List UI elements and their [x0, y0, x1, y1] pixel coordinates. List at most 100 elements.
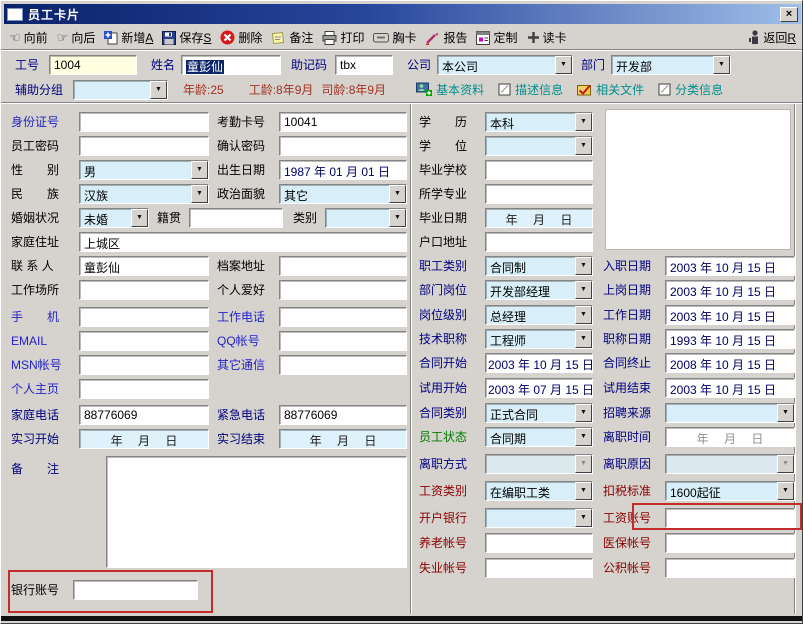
- leave-reason-select[interactable]: ▼: [665, 454, 795, 474]
- work-phone-input[interactable]: [279, 307, 407, 327]
- chevron-down-icon[interactable]: ▼: [575, 509, 592, 527]
- id-card-input[interactable]: [79, 112, 209, 132]
- chevron-down-icon[interactable]: ▼: [575, 330, 592, 348]
- native-place-input[interactable]: [189, 208, 283, 228]
- pension-account-input[interactable]: [485, 533, 593, 553]
- contract-type-select[interactable]: 正式合同▼: [485, 403, 593, 423]
- close-button[interactable]: ×: [780, 7, 798, 22]
- chevron-down-icon[interactable]: ▼: [131, 209, 148, 227]
- recruit-source-select[interactable]: ▼: [665, 403, 795, 423]
- chevron-down-icon[interactable]: ▼: [575, 113, 592, 131]
- prev-button[interactable]: ☜ 向前: [9, 29, 48, 46]
- dept-position-select[interactable]: 开发部经理▼: [485, 280, 593, 300]
- tab-related-files[interactable]: 相关文件: [577, 81, 644, 98]
- chevron-down-icon[interactable]: ▼: [575, 257, 592, 275]
- trial-end-input[interactable]: 2003 年 10 月 15 日: [665, 378, 795, 398]
- degree-select[interactable]: ▼: [485, 136, 593, 156]
- chevron-down-icon[interactable]: ▼: [713, 56, 730, 74]
- confirm-pwd-input[interactable]: [279, 136, 407, 156]
- emp-category-select[interactable]: 合同制▼: [485, 256, 593, 276]
- attend-card-input[interactable]: 10041: [279, 112, 407, 132]
- unemployment-account-input[interactable]: [485, 558, 593, 578]
- home-address-input[interactable]: 上城区: [79, 232, 407, 252]
- save-button[interactable]: 保存S: [162, 29, 211, 46]
- print-button[interactable]: 打印: [322, 29, 364, 46]
- tab-basic-info[interactable]: 基本资料: [416, 81, 484, 98]
- leave-method-select[interactable]: ▼: [485, 454, 593, 474]
- intern-end-input[interactable]: 年 月 日: [279, 429, 407, 449]
- note-button[interactable]: 备注: [271, 29, 313, 46]
- home-phone-input[interactable]: 88776069: [79, 405, 209, 425]
- aux-group-select[interactable]: ▼: [73, 80, 168, 100]
- bank-select[interactable]: ▼: [485, 508, 593, 528]
- intern-start-input[interactable]: 年 月 日: [79, 429, 209, 449]
- trial-start-input[interactable]: 2003 年 07 月 15 日: [485, 378, 593, 398]
- other-comm-input[interactable]: [279, 355, 407, 375]
- medical-account-input[interactable]: [665, 533, 795, 553]
- badge-button[interactable]: 胸卡: [373, 29, 416, 46]
- department-select[interactable]: 开发部▼: [611, 55, 731, 75]
- emp-status-select[interactable]: 合同期▼: [485, 427, 593, 447]
- duty-date-input[interactable]: 2003 年 10 月 15 日: [665, 280, 795, 300]
- gender-select[interactable]: 男▼: [79, 160, 209, 180]
- msn-input[interactable]: [79, 355, 209, 375]
- emp-pwd-input[interactable]: [79, 136, 209, 156]
- position-level-select[interactable]: 总经理▼: [485, 305, 593, 325]
- chevron-down-icon[interactable]: ▼: [575, 428, 592, 446]
- chevron-down-icon[interactable]: ▼: [191, 185, 208, 203]
- read-card-button[interactable]: 读卡: [527, 29, 567, 46]
- contract-end-input[interactable]: 2008 年 10 月 15 日: [665, 353, 795, 373]
- chevron-down-icon[interactable]: ▼: [777, 455, 794, 473]
- next-button[interactable]: ☞ 向后: [57, 29, 96, 46]
- homepage-input[interactable]: [79, 379, 209, 399]
- tech-title-select[interactable]: 工程师▼: [485, 329, 593, 349]
- chevron-down-icon[interactable]: ▼: [191, 161, 208, 179]
- hobby-input[interactable]: [279, 280, 407, 300]
- contact-input[interactable]: 童彭仙: [79, 256, 209, 276]
- fund-account-input[interactable]: [665, 558, 795, 578]
- major-input[interactable]: [485, 184, 593, 204]
- contract-start-input[interactable]: 2003 年 10 月 15 日: [485, 353, 593, 373]
- remarks-textarea[interactable]: [106, 456, 407, 568]
- tax-standard-select[interactable]: 1600起征▼: [665, 481, 795, 501]
- chevron-down-icon[interactable]: ▼: [777, 482, 794, 500]
- tab-description-info[interactable]: 描述信息: [498, 81, 563, 98]
- chevron-down-icon[interactable]: ▼: [575, 482, 592, 500]
- ethnicity-select[interactable]: 汉族▼: [79, 184, 209, 204]
- chevron-down-icon[interactable]: ▼: [777, 404, 794, 422]
- salary-category-select[interactable]: 在编职工类▼: [485, 481, 593, 501]
- chevron-down-icon[interactable]: ▼: [575, 455, 592, 473]
- qq-input[interactable]: [279, 331, 407, 351]
- name-input[interactable]: 童彭仙: [181, 55, 281, 75]
- title-date-input[interactable]: 1993 年 10 月 15 日: [665, 329, 795, 349]
- chevron-down-icon[interactable]: ▼: [575, 306, 592, 324]
- file-address-input[interactable]: [279, 256, 407, 276]
- chevron-down-icon[interactable]: ▼: [389, 185, 406, 203]
- company-select[interactable]: 本公司▼: [437, 55, 573, 75]
- work-date-input[interactable]: 2003 年 10 月 15 日: [665, 305, 795, 325]
- email-input[interactable]: [79, 331, 209, 351]
- birth-date-input[interactable]: 1987 年 01 月 01 日: [279, 160, 407, 180]
- category-select[interactable]: ▼: [325, 208, 407, 228]
- hire-date-input[interactable]: 2003 年 10 月 15 日: [665, 256, 795, 276]
- household-address-input[interactable]: [485, 232, 593, 252]
- leave-time-input[interactable]: 年 月 日: [665, 427, 795, 447]
- tab-classification-info[interactable]: 分类信息: [658, 81, 723, 98]
- workplace-input[interactable]: [79, 280, 209, 300]
- chevron-down-icon[interactable]: ▼: [389, 209, 406, 227]
- return-button[interactable]: 返回R: [748, 29, 796, 46]
- new-button[interactable]: 新增A: [104, 29, 153, 46]
- chevron-down-icon[interactable]: ▼: [150, 81, 167, 99]
- chevron-down-icon[interactable]: ▼: [575, 137, 592, 155]
- chevron-down-icon[interactable]: ▼: [575, 281, 592, 299]
- emp-no-input[interactable]: 1004: [49, 55, 137, 75]
- report-button[interactable]: 报告: [425, 29, 467, 46]
- grad-date-input[interactable]: 年 月 日: [485, 208, 593, 228]
- education-select[interactable]: 本科▼: [485, 112, 593, 132]
- mobile-input[interactable]: [79, 307, 209, 327]
- chevron-down-icon[interactable]: ▼: [555, 56, 572, 74]
- grad-school-input[interactable]: [485, 160, 593, 180]
- delete-button[interactable]: 删除: [220, 29, 262, 46]
- chevron-down-icon[interactable]: ▼: [575, 404, 592, 422]
- emergency-phone-input[interactable]: 88776069: [279, 405, 407, 425]
